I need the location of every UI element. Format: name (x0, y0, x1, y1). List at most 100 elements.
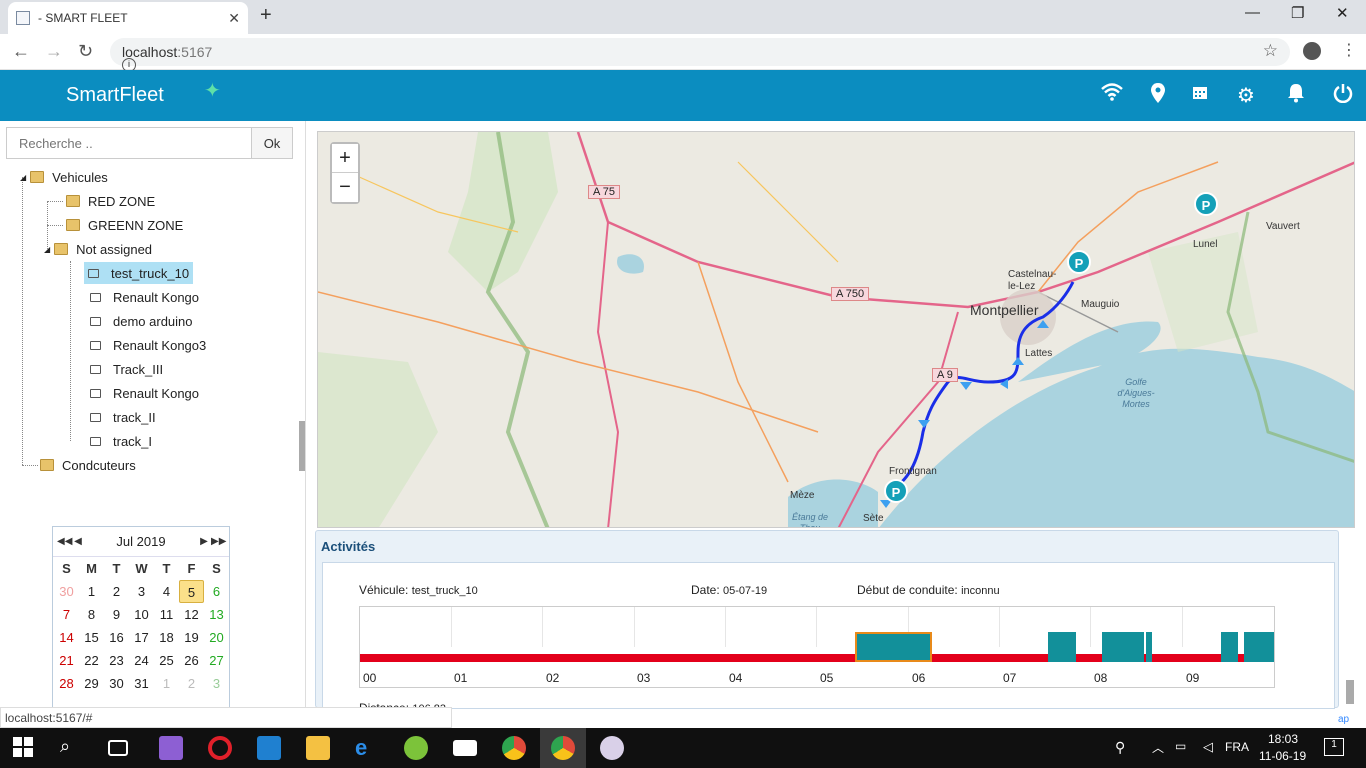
bookmark-star-icon[interactable]: ☆ (1263, 41, 1278, 61)
brand-name[interactable]: SmartFleet (66, 84, 164, 107)
tree-node-group[interactable]: ◢ Not assigned (44, 238, 152, 260)
app-icon[interactable] (404, 736, 428, 760)
calendar-day[interactable]: 13 (204, 603, 229, 626)
driving-segment[interactable] (1146, 632, 1152, 662)
reload-icon[interactable]: ↻ (78, 41, 93, 62)
zoom-out-button[interactable]: − (332, 173, 358, 202)
calendar-day[interactable]: 25 (154, 649, 179, 672)
calendar-day[interactable]: 9 (104, 603, 129, 626)
map-view[interactable]: A 75 A 750 A 9 Montpellier Castelnau-le-… (317, 131, 1355, 528)
calendar-day[interactable]: 23 (104, 649, 129, 672)
tree-node-vehicle-selected[interactable]: test_truck_10 (84, 262, 194, 284)
calendar-day[interactable]: 7 (54, 603, 79, 626)
calendar-day[interactable]: 3 (204, 672, 229, 695)
calendar-day[interactable]: 30 (54, 580, 79, 603)
close-tab-icon[interactable]: ✕ (228, 10, 240, 27)
calendar-icon[interactable] (1187, 83, 1213, 106)
calendar-day[interactable]: 2 (179, 672, 204, 695)
next-month-icon[interactable]: ▶ (197, 536, 211, 547)
driving-segment[interactable] (1048, 632, 1076, 662)
search-ok-button[interactable]: Ok (251, 127, 293, 159)
calendar-day[interactable]: 22 (79, 649, 104, 672)
tree-node-vehicle[interactable]: track_I (90, 430, 152, 452)
tree-node-vehicle[interactable]: Renault Kongo3 (90, 334, 206, 356)
content-scrollbar[interactable] (1346, 680, 1354, 704)
driving-segment[interactable] (1221, 632, 1238, 662)
calendar-day[interactable]: 3 (129, 580, 154, 603)
tree-node-group[interactable]: GREENN ZONE (66, 214, 183, 236)
calendar-day[interactable]: 6 (204, 580, 229, 603)
calendar-day[interactable]: 26 (179, 649, 204, 672)
calendar-day[interactable]: 10 (129, 603, 154, 626)
calendar-day[interactable]: 1 (79, 580, 104, 603)
notification-icon[interactable]: 1 (1324, 738, 1344, 756)
back-icon[interactable]: ← (12, 41, 30, 62)
volume-icon[interactable]: ◁ (1203, 739, 1213, 755)
calendar-day[interactable]: 20 (204, 626, 229, 649)
opera-icon[interactable] (208, 736, 232, 760)
tree-node-vehicle[interactable]: track_II (90, 406, 156, 428)
zoom-in-button[interactable]: + (332, 144, 358, 173)
calendar-day-selected[interactable]: 5 (179, 580, 204, 603)
next-year-icon[interactable]: ▶▶ (211, 536, 226, 547)
search-input[interactable] (6, 127, 252, 159)
file-explorer-icon[interactable] (306, 736, 330, 760)
calendar-day[interactable]: 14 (54, 626, 79, 649)
parking-marker-icon[interactable]: P (1067, 250, 1091, 274)
collapse-icon[interactable]: ◢ (20, 173, 26, 182)
calendar-day[interactable]: 4 (154, 580, 179, 603)
driving-segment-selected[interactable] (855, 632, 932, 662)
wifi-icon[interactable] (1099, 83, 1125, 107)
calendar-day[interactable]: 28 (54, 672, 79, 695)
activity-timeline[interactable]: 00 01 02 03 04 05 06 07 08 09 (359, 606, 1275, 688)
chrome-icon[interactable] (502, 736, 526, 760)
browser-tab[interactable]: - SMART FLEET ✕ (8, 2, 248, 34)
calendar-day[interactable]: 18 (154, 626, 179, 649)
calendar-day[interactable]: 12 (179, 603, 204, 626)
calendar-day[interactable]: 8 (79, 603, 104, 626)
restore-icon[interactable]: ❐ (1291, 4, 1304, 22)
clock-date[interactable]: 11-06-19 (1259, 749, 1306, 763)
calendar-day[interactable]: 19 (179, 626, 204, 649)
calendar-day[interactable]: 30 (104, 672, 129, 695)
people-icon[interactable]: ⚲ (1115, 739, 1125, 756)
chevron-up-icon[interactable]: ︿ (1152, 739, 1164, 756)
clock-time[interactable]: 18:03 (1268, 732, 1298, 746)
sidebar-scrollbar[interactable] (299, 421, 305, 471)
map-attribution[interactable]: ap (1338, 714, 1349, 725)
network-icon[interactable]: ▭ (1175, 739, 1186, 753)
calendar-day[interactable]: 21 (54, 649, 79, 672)
new-tab-icon[interactable]: + (260, 4, 272, 27)
tree-node-drivers[interactable]: Condcuteurs (40, 454, 136, 476)
calendar-day[interactable]: 11 (154, 603, 179, 626)
profile-icon[interactable] (1303, 42, 1321, 60)
prev-month-icon[interactable]: ◀ (71, 536, 85, 547)
close-window-icon[interactable]: ✕ (1336, 4, 1349, 22)
task-view-icon[interactable] (108, 740, 128, 756)
collapse-icon[interactable]: ◢ (44, 245, 50, 254)
parking-marker-icon[interactable]: P (884, 479, 908, 503)
address-bar[interactable]: i localhost:5167 ☆ (110, 38, 1290, 72)
bell-icon[interactable] (1283, 83, 1309, 109)
calendar-day[interactable]: 31 (129, 672, 154, 695)
driving-segment[interactable] (1102, 632, 1144, 662)
edge-icon[interactable]: e (355, 736, 379, 760)
vscode-icon[interactable] (257, 736, 281, 760)
search-icon[interactable]: ⌕ (60, 736, 84, 760)
calendar-day[interactable]: 29 (79, 672, 104, 695)
tree-node-vehicle[interactable]: Renault Kongo (90, 382, 199, 404)
calendar-day[interactable]: 27 (204, 649, 229, 672)
chrome-icon[interactable] (551, 736, 575, 760)
tree-node-vehicles[interactable]: ◢ Vehicules (20, 166, 108, 188)
calendar-day[interactable]: 2 (104, 580, 129, 603)
tree-node-vehicle[interactable]: Renault Kongo (90, 286, 199, 308)
parking-marker-icon[interactable]: P (1194, 192, 1218, 216)
visual-studio-icon[interactable] (159, 736, 183, 760)
month-label[interactable]: Jul 2019 (85, 534, 197, 549)
forward-icon[interactable]: → (45, 41, 63, 62)
mail-icon[interactable] (453, 740, 477, 756)
prev-year-icon[interactable]: ◀◀ (57, 536, 72, 547)
calendar-day[interactable]: 15 (79, 626, 104, 649)
calendar-day[interactable]: 16 (104, 626, 129, 649)
language-indicator[interactable]: FRA (1225, 740, 1249, 754)
